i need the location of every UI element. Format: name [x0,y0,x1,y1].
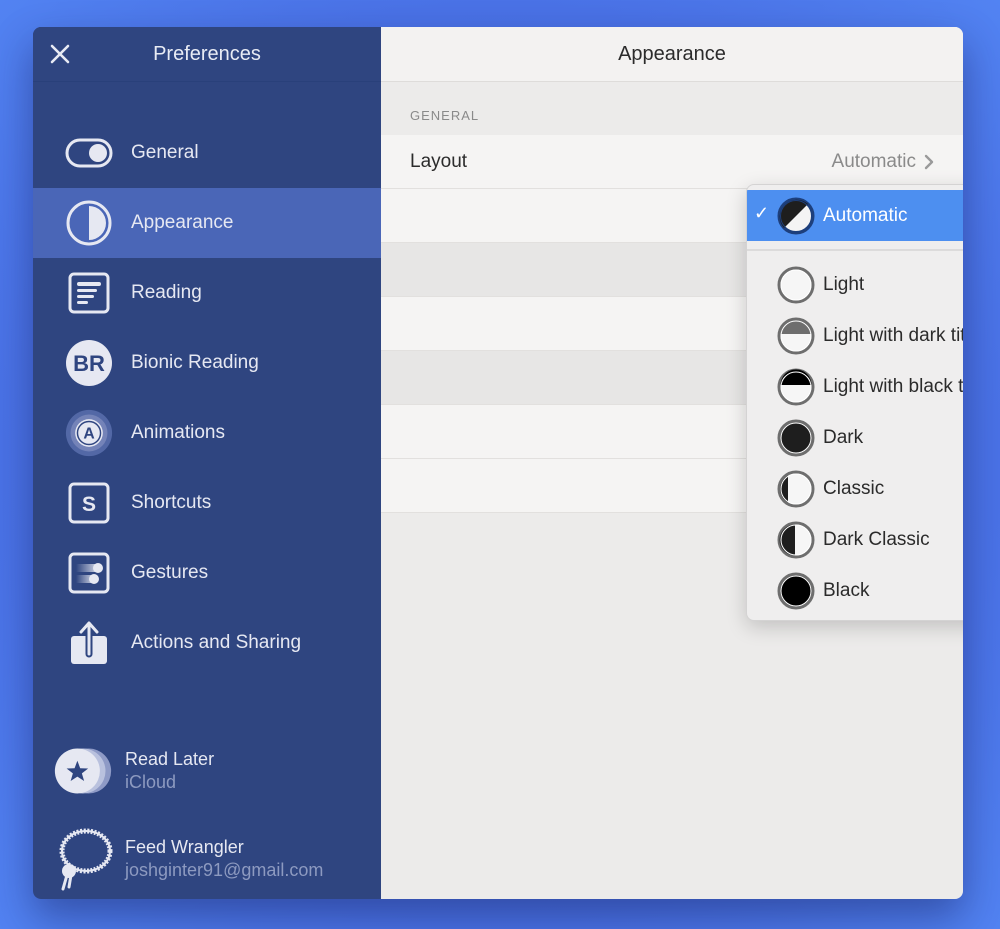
sidebar-item-label: Gestures [131,562,209,583]
accounts-list: Read Later iCloud Feed Wrangler joshgint… [53,727,323,899]
sidebar-nav: General Appearance Reading BR Bionic Rea… [33,118,381,678]
sidebar-item-gestures[interactable]: Gestures [33,538,381,608]
s-key-icon: S [65,479,113,527]
sidebar-item-animations[interactable]: A Animations [33,398,381,468]
sidebar: Preferences General Appearance Reading B… [33,27,381,899]
dark-classic-swatch-icon [777,521,815,558]
theme-option-light-with-dark-titlebar[interactable]: Light with dark titlebar [747,310,963,361]
sidebar-title: Preferences [153,42,261,65]
theme-option-light[interactable]: Light [747,259,963,310]
theme-option-classic[interactable]: Classic [747,463,963,514]
sidebar-item-label: Shortcuts [131,492,212,513]
sidebar-item-general[interactable]: General [33,118,381,188]
account-name: Feed Wrangler [125,837,244,857]
sidebar-item-label: Animations [131,422,225,443]
account-name: Read Later [125,749,215,769]
row-value-text: Automatic [831,150,916,172]
option-label: Black [823,579,870,601]
theme-dropdown-menu: ✓ Automatic Light Light with dark titleb… [746,184,963,621]
account-feed-wrangler[interactable]: Feed Wrangler joshginter91@gmail.com [53,815,323,899]
gesture-icon [65,549,113,597]
account-detail: joshginter91@gmail.com [125,860,324,880]
svg-text:BR: BR [73,351,105,376]
svg-text:A: A [83,426,94,443]
sidebar-item-bionic-reading[interactable]: BR Bionic Reading [33,328,381,398]
sidebar-item-label: Reading [131,282,202,303]
light-dark-titlebar-swatch-icon [777,317,815,354]
theme-option-automatic[interactable]: ✓ Automatic [747,190,963,241]
option-label: Light with black titlebar [823,375,963,397]
br-badge-icon: BR [65,339,113,387]
account-detail: iCloud [125,772,177,792]
main-panel: Appearance GENERAL Layout Automatic ✓ Au… [381,27,963,899]
layout-row[interactable]: Layout Automatic [381,135,963,189]
automatic-swatch-icon [777,197,815,234]
option-label: Classic [823,477,885,499]
section-header-general: GENERAL [410,108,480,123]
close-icon[interactable] [49,43,71,65]
chevron-right-icon [924,154,934,169]
half-circle-icon [65,199,113,247]
sidebar-item-label: Bionic Reading [131,352,259,373]
option-label: Automatic [823,204,908,226]
theme-option-light-with-black-titlebar[interactable]: Light with black titlebar [747,361,963,412]
sidebar-item-label: Appearance [131,212,234,233]
sidebar-item-appearance[interactable]: Appearance [33,188,381,258]
classic-swatch-icon [777,470,815,507]
share-icon [65,619,113,667]
option-label: Light with dark titlebar [823,324,963,346]
checkmark-icon: ✓ [754,203,770,223]
theme-option-black[interactable]: Black [747,565,963,616]
preferences-window: Preferences General Appearance Reading B… [33,27,963,899]
sidebar-item-actions-and-sharing[interactable]: Actions and Sharing [33,608,381,678]
option-label: Dark [823,426,864,448]
option-label: Dark Classic [823,528,930,550]
black-swatch-icon [777,572,815,609]
theme-option-dark[interactable]: Dark [747,412,963,463]
theme-option-dark-classic[interactable]: Dark Classic [747,514,963,565]
account-read-later[interactable]: Read Later iCloud [53,727,323,815]
lasso-icon [53,828,113,891]
sidebar-item-shortcuts[interactable]: S Shortcuts [33,468,381,538]
svg-text:S: S [82,493,96,516]
sidebar-item-reading[interactable]: Reading [33,258,381,328]
light-swatch-icon [777,266,815,303]
page-title: Appearance [618,42,726,65]
option-label: Light [823,273,865,295]
sidebar-header: Preferences [33,27,381,82]
row-label: Layout [410,150,468,172]
row-value: Automatic [832,151,934,173]
light-black-titlebar-swatch-icon [777,368,815,405]
animation-a-icon: A [65,409,113,457]
sidebar-item-label: Actions and Sharing [131,632,302,653]
toggle-icon [65,129,113,177]
text-lines-icon [65,269,113,317]
menu-separator [747,241,963,251]
dark-swatch-icon [777,419,815,456]
sidebar-item-label: General [131,142,199,163]
main-header: Appearance [381,27,963,82]
star-stack-icon [53,741,113,801]
